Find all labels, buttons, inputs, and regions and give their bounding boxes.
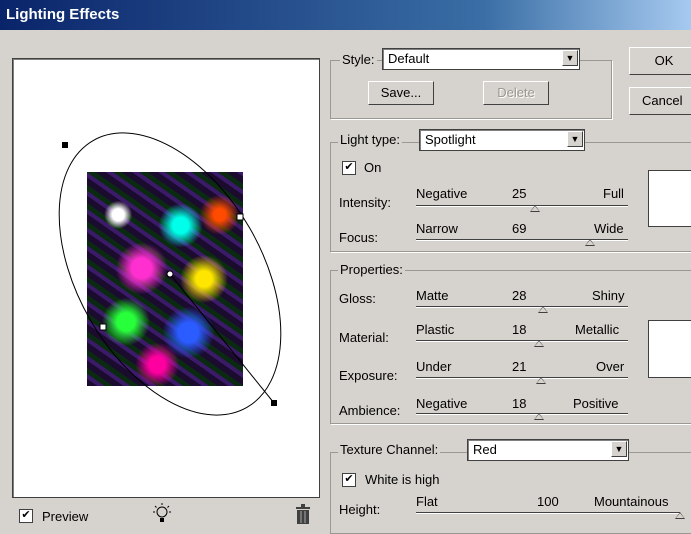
- material-track[interactable]: [416, 340, 628, 342]
- light-bulb-icon[interactable]: [150, 503, 174, 525]
- light-direction-line: [169, 273, 275, 404]
- height-track[interactable]: [416, 512, 680, 514]
- gloss-min-label: Matte: [416, 288, 449, 303]
- delete-button[interactable]: Delete: [483, 81, 549, 105]
- style-select[interactable]: Default ▼: [382, 48, 580, 70]
- gloss-max-label: Shiny: [592, 288, 625, 303]
- focus-min-label: Narrow: [416, 221, 458, 236]
- intensity-min-label: Negative: [416, 186, 468, 201]
- height-min-label: Flat: [416, 494, 438, 509]
- focus-track[interactable]: [416, 239, 628, 241]
- light-center-handle[interactable]: [166, 270, 174, 278]
- light-type-label: Light type:: [338, 132, 402, 147]
- texture-channel-label: Texture Channel:: [338, 442, 441, 457]
- exposure-track[interactable]: [416, 377, 628, 379]
- gloss-label: Gloss:: [339, 291, 376, 306]
- focus-label: Focus:: [339, 230, 379, 245]
- ambience-max-label: Positive: [573, 396, 619, 411]
- ambience-label: Ambience:: [339, 403, 401, 418]
- texture-group: [330, 452, 691, 534]
- ok-button[interactable]: OK: [629, 47, 691, 75]
- preview-label: Preview: [42, 509, 89, 524]
- texture-channel-select[interactable]: Red ▼: [467, 439, 629, 461]
- intensity-track[interactable]: [416, 205, 628, 207]
- material-label: Material:: [339, 330, 389, 345]
- light-color-swatch[interactable]: [648, 170, 691, 227]
- ambience-value: 18: [512, 396, 527, 411]
- material-thumb[interactable]: [533, 340, 544, 347]
- exposure-min-label: Under: [416, 359, 452, 374]
- height-max-label: Mountainous: [594, 494, 669, 509]
- height-value: 100: [537, 494, 559, 509]
- save-button[interactable]: Save...: [368, 81, 434, 105]
- ellipse-handle-top[interactable]: [62, 142, 68, 148]
- ambience-thumb[interactable]: [533, 413, 544, 420]
- focus-thumb[interactable]: [584, 239, 595, 246]
- gloss-value: 28: [512, 288, 527, 303]
- ellipse-handle-bottom[interactable]: [271, 400, 277, 406]
- trash-icon[interactable]: [294, 504, 312, 524]
- intensity-value: 25: [512, 186, 527, 201]
- ambience-color-swatch[interactable]: [648, 320, 691, 378]
- white-is-high-checkbox[interactable]: ✔: [342, 473, 356, 487]
- focus-value: 69: [512, 221, 527, 236]
- exposure-value: 21: [512, 359, 527, 374]
- gloss-thumb[interactable]: [538, 306, 549, 313]
- height-thumb[interactable]: [675, 512, 685, 519]
- ambience-track[interactable]: [416, 413, 628, 415]
- ellipse-handle-right[interactable]: [236, 213, 244, 221]
- intensity-max-label: Full: [603, 186, 624, 201]
- exposure-max-label: Over: [596, 359, 625, 374]
- chevron-down-icon: ▼: [562, 50, 578, 66]
- material-value: 18: [512, 322, 527, 337]
- properties-label: Properties:: [338, 262, 405, 277]
- exposure-label: Exposure:: [339, 368, 398, 383]
- light-on-label: On: [364, 160, 382, 175]
- cancel-button[interactable]: Cancel: [629, 87, 691, 115]
- material-min-label: Plastic: [416, 322, 455, 337]
- height-label: Height:: [339, 502, 381, 517]
- chevron-down-icon: ▼: [567, 131, 583, 147]
- focus-max-label: Wide: [594, 221, 624, 236]
- material-max-label: Metallic: [575, 322, 620, 337]
- light-on-checkbox[interactable]: ✔: [342, 161, 356, 175]
- preview-checkbox[interactable]: ✔: [19, 509, 33, 523]
- properties-group: [330, 270, 691, 424]
- chevron-down-icon: ▼: [611, 441, 627, 457]
- gloss-track[interactable]: [416, 306, 628, 308]
- intensity-thumb[interactable]: [529, 205, 540, 212]
- ambience-min-label: Negative: [416, 396, 468, 411]
- exposure-thumb[interactable]: [536, 377, 547, 384]
- ellipse-handle-left[interactable]: [99, 323, 107, 331]
- white-is-high-label: White is high: [365, 472, 440, 487]
- intensity-label: Intensity:: [339, 195, 392, 210]
- style-label: Style:: [340, 52, 377, 67]
- light-type-select[interactable]: Spotlight ▼: [419, 129, 585, 151]
